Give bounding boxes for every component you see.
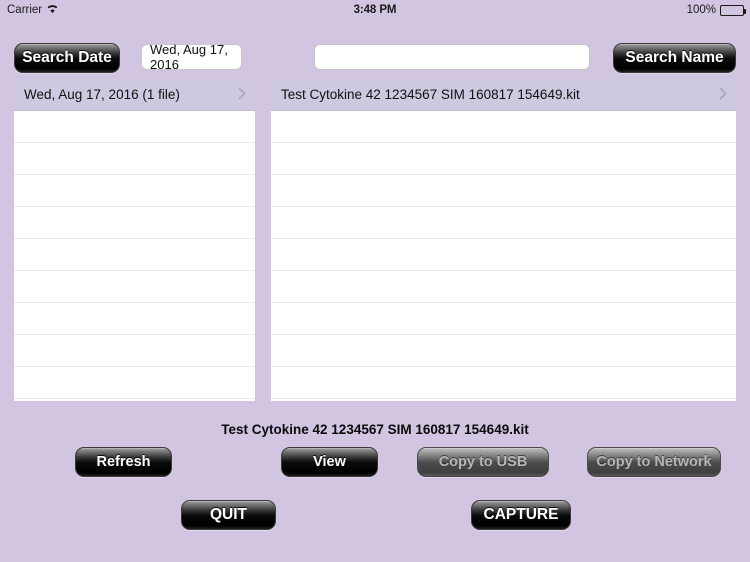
table-row[interactable] <box>271 335 736 367</box>
quit-button[interactable]: QUIT <box>181 500 276 530</box>
capture-button-label: CAPTURE <box>483 506 559 523</box>
status-bar: Carrier 3:48 PM 100% <box>0 0 750 20</box>
chevron-right-icon <box>238 87 246 103</box>
table-row[interactable] <box>14 239 255 271</box>
view-button[interactable]: View <box>281 447 378 477</box>
selected-file-label: Test Cytokine 42 1234567 SIM 160817 1546… <box>221 422 529 437</box>
table-row[interactable] <box>14 367 255 399</box>
table-row[interactable] <box>271 239 736 271</box>
chevron-right-icon <box>719 87 727 103</box>
date-list-table[interactable]: Wed, Aug 17, 2016 (1 file) <box>14 79 255 401</box>
battery-percent-label: 100% <box>686 4 716 16</box>
search-date-button-label: Search Date <box>22 49 112 66</box>
table-row[interactable] <box>14 271 255 303</box>
status-bar-right: 100% <box>686 4 746 16</box>
table-row[interactable] <box>271 175 736 207</box>
search-date-button[interactable]: Search Date <box>14 43 120 73</box>
battery-full-icon <box>720 4 746 16</box>
table-row[interactable] <box>271 303 736 335</box>
date-field-value: Wed, Aug 17, 2016 <box>150 42 228 72</box>
table-row[interactable] <box>14 303 255 335</box>
table-row[interactable] <box>271 367 736 399</box>
table-row[interactable] <box>14 335 255 367</box>
table-row[interactable] <box>14 111 255 143</box>
table-row[interactable] <box>271 207 736 239</box>
copy-to-usb-button[interactable]: Copy to USB <box>417 447 549 477</box>
table-row[interactable] <box>271 271 736 303</box>
date-list-row-label: Wed, Aug 17, 2016 (1 file) <box>24 87 180 102</box>
file-list-row-selected[interactable]: Test Cytokine 42 1234567 SIM 160817 1546… <box>271 79 736 111</box>
table-row[interactable] <box>14 175 255 207</box>
table-row[interactable] <box>271 143 736 175</box>
date-list-row-selected[interactable]: Wed, Aug 17, 2016 (1 file) <box>14 79 255 111</box>
copy-to-network-button[interactable]: Copy to Network <box>587 447 721 477</box>
refresh-button-label: Refresh <box>96 454 151 470</box>
capture-button[interactable]: CAPTURE <box>471 500 571 530</box>
copy-to-usb-button-label: Copy to USB <box>438 454 528 470</box>
quit-button-label: QUIT <box>209 506 248 523</box>
search-name-button[interactable]: Search Name <box>613 43 736 73</box>
table-row[interactable] <box>14 207 255 239</box>
name-search-input[interactable] <box>314 44 590 70</box>
date-field[interactable]: Wed, Aug 17, 2016 <box>141 42 242 72</box>
file-list-table[interactable]: Test Cytokine 42 1234567 SIM 160817 1546… <box>271 79 736 401</box>
status-bar-time: 3:48 PM <box>353 4 397 16</box>
copy-to-network-button-label: Copy to Network <box>596 454 712 470</box>
view-button-label: View <box>313 454 346 470</box>
search-name-button-label: Search Name <box>625 49 724 66</box>
refresh-button[interactable]: Refresh <box>75 447 172 477</box>
table-row[interactable] <box>271 111 736 143</box>
file-list-row-label: Test Cytokine 42 1234567 SIM 160817 1546… <box>281 87 580 102</box>
table-row[interactable] <box>14 143 255 175</box>
